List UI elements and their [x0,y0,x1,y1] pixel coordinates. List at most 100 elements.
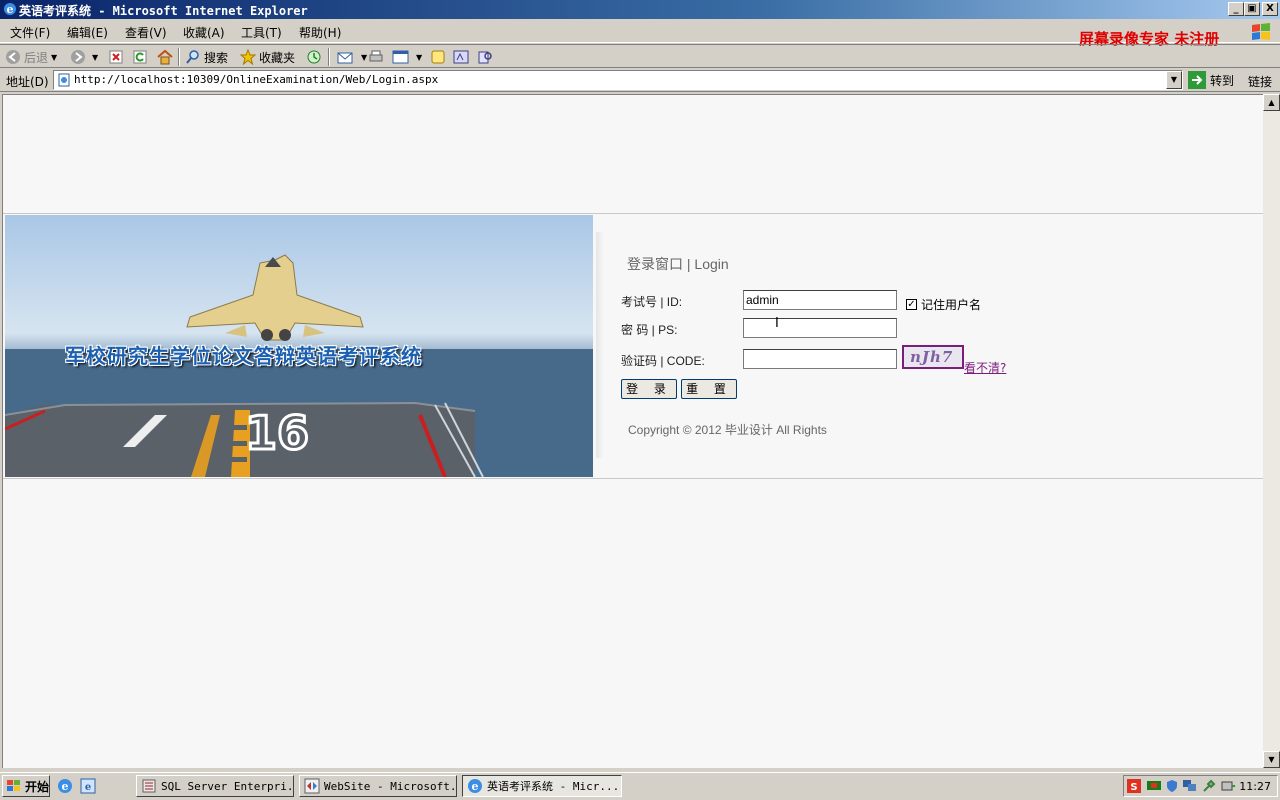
minimize-button[interactable]: _ [1228,2,1244,16]
vertical-scrollbar[interactable]: ▲ ▼ [1263,94,1280,768]
back-button[interactable]: 后退 ▼ [5,48,57,66]
close-button[interactable]: X [1262,2,1278,16]
history-icon[interactable] [306,48,322,66]
system-tray: S 11:27 [1123,775,1278,797]
panel-divider [596,232,604,458]
captcha-image[interactable]: nJh7 [902,345,964,369]
id-input[interactable] [743,290,897,310]
sql-server-icon [142,779,156,793]
window-titlebar[interactable]: e 英语考评系统 - Microsoft Internet Explorer _… [0,0,1280,19]
shield-icon[interactable] [1165,779,1179,793]
favorites-label: 收藏夹 [259,50,296,65]
search-icon [186,50,199,64]
star-icon [240,49,256,65]
remember-username[interactable]: ✓ 记住用户名 [906,296,981,313]
password-input[interactable] [743,318,897,338]
edit-button[interactable]: ▼ [392,48,422,66]
safely-remove-icon[interactable] [1220,779,1236,793]
home-icon[interactable] [156,48,174,66]
research-icon[interactable] [477,48,493,66]
ie-quicklaunch-icon[interactable]: e [57,778,73,794]
toolbar: 后退 ▼ ▼ 搜索 收藏夹 ▼ ▼ [0,44,1280,68]
mail-button[interactable]: ▼ [337,48,367,66]
task-label: SQL Server Enterpri... [161,779,294,793]
menu-edit[interactable]: 编辑(E) [67,24,108,41]
computers-icon[interactable] [1182,779,1198,793]
svg-text:e: e [85,782,91,793]
address-dropdown-button[interactable]: ▼ [1166,71,1182,89]
chevron-down-icon: ▼ [51,52,58,62]
stop-icon[interactable] [108,48,124,66]
menu-file[interactable]: 文件(F) [10,24,50,41]
task-label: WebSite - Microsoft... [324,779,457,793]
ie-quicklaunch-icon[interactable]: e [80,778,96,794]
taskbar: 开始 e e SQL Server Enterpri... WebSite - … [0,772,1280,800]
maximize-button[interactable]: ▣ [1244,2,1260,16]
edit-page-icon [392,50,409,64]
code-input[interactable] [743,349,897,369]
address-field[interactable]: http://localhost:10309/OnlineExamination… [53,70,1183,90]
go-label: 转到 [1210,73,1235,88]
login-button[interactable]: 登 录 [621,379,677,399]
menu-favorites[interactable]: 收藏(A) [183,24,225,41]
menu-help[interactable]: 帮助(H) [299,24,341,41]
messenger-icon[interactable] [453,48,469,66]
forward-button[interactable]: ▼ [70,48,98,66]
toolbar-separator [178,48,180,66]
search-button[interactable]: 搜索 [185,48,228,66]
chevron-down-icon: ▼ [92,52,99,62]
go-button[interactable]: 转到 [1188,71,1234,89]
page-icon [58,73,70,87]
go-arrow-icon [1188,71,1206,89]
task-website[interactable]: WebSite - Microsoft... [299,775,457,797]
start-label: 开始 [25,779,50,794]
banner-title: 军校研究生学位论文答辩英语考评系统 [65,344,422,368]
print-icon[interactable] [368,48,384,66]
links-button[interactable]: 链接 [1248,73,1272,90]
ie-icon: e [4,3,16,16]
task-sql-server[interactable]: SQL Server Enterpri... [136,775,294,797]
visual-studio-icon [304,778,320,794]
start-button[interactable]: 开始 [2,775,50,797]
mail-icon [337,52,353,64]
code-label: 验证码 | CODE: [621,354,705,368]
captcha-refresh-link[interactable]: 看不清? [964,359,1006,376]
refresh-icon[interactable] [132,48,148,66]
forward-arrow-icon [71,50,85,64]
favorites-button[interactable]: 收藏夹 [240,48,295,66]
ie-icon: e [468,779,482,793]
windows-logo-icon [1252,23,1270,40]
chevron-up-icon: ▲ [1268,98,1275,107]
scroll-down-button[interactable]: ▼ [1263,751,1280,768]
address-label: 地址(D) [6,75,49,89]
svg-text:e: e [7,3,14,16]
task-ie-active[interactable]: e 英语考评系统 - Micr... [462,775,622,797]
discuss-icon[interactable] [430,48,446,66]
chevron-down-icon: ▼ [416,52,423,62]
svg-text:S: S [1130,782,1137,793]
login-panel: 16 军校研究生学位论文答辩英语考评系统 登录窗口 | Login 考试号 | … [3,213,1263,479]
windows-flag-icon [7,780,20,791]
remember-checkbox[interactable]: ✓ [906,299,917,310]
search-label: 搜索 [204,50,229,65]
remember-label: 记住用户名 [921,298,982,312]
tool-icon[interactable] [1202,779,1216,793]
address-bar: 地址(D) http://localhost:10309/OnlineExami… [0,68,1280,92]
scroll-up-button[interactable]: ▲ [1263,94,1280,111]
back-arrow-icon [6,50,20,64]
input-method-icon[interactable]: S [1127,779,1141,793]
reset-button[interactable]: 重 置 [681,379,737,399]
banner-image: 16 军校研究生学位论文答辩英语考评系统 [5,215,593,477]
network-icon[interactable] [1146,779,1162,793]
menu-tools[interactable]: 工具(T) [241,24,282,41]
toolbar-separator [328,48,330,66]
svg-text:e: e [62,780,69,793]
chevron-down-icon: ▼ [361,52,368,62]
browser-viewport: 16 军校研究生学位论文答辩英语考评系统 登录窗口 | Login 考试号 | … [2,94,1263,768]
menu-view[interactable]: 查看(V) [125,24,167,41]
login-heading: 登录窗口 | Login [627,256,729,272]
task-label: 英语考评系统 - Micr... [487,780,620,793]
chevron-down-icon: ▼ [1170,75,1178,84]
address-url[interactable]: http://localhost:10309/OnlineExamination… [74,73,438,86]
password-label: 密 码 | PS: [621,323,678,337]
